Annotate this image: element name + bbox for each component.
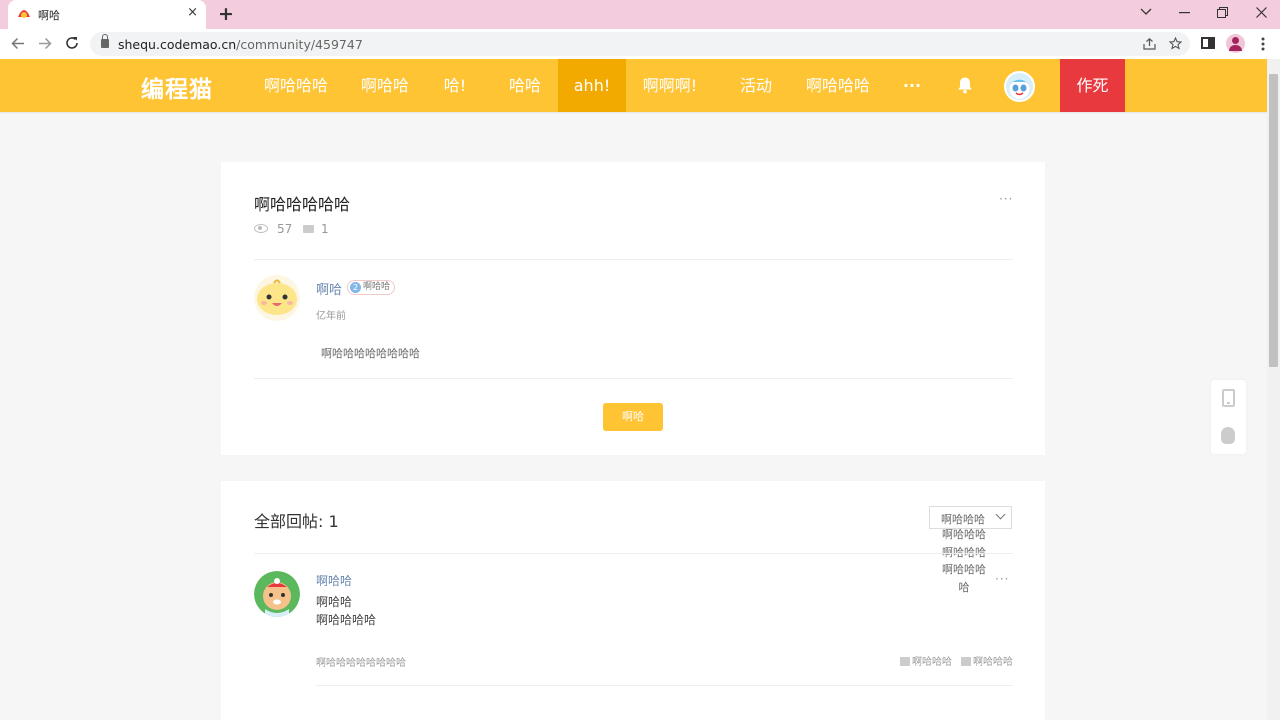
divider — [254, 553, 1013, 554]
author-name[interactable]: 啊哈 — [316, 279, 342, 298]
view-count: 57 — [277, 222, 293, 236]
user-avatar[interactable] — [1004, 71, 1035, 102]
restore-icon[interactable] — [1217, 7, 1228, 18]
page-scrollbar[interactable] — [1267, 59, 1280, 720]
bell-icon[interactable] — [956, 76, 974, 94]
browser-menu-icon[interactable] — [1261, 37, 1265, 51]
user-avatar-image — [1009, 79, 1030, 99]
reply-author-avatar[interactable] — [254, 571, 300, 617]
close-tab-icon[interactable]: × — [187, 5, 198, 20]
post-title: 啊哈哈哈哈哈 — [254, 195, 351, 214]
chevron-down-icon — [995, 509, 1006, 520]
address-bar[interactable]: shequ.codemao.cn/community/459747 — [90, 32, 1190, 56]
post-body: 啊哈哈哈哈哈哈哈哈 — [321, 347, 420, 360]
bookmark-star-icon[interactable] — [1169, 37, 1182, 50]
reply-comment-label: 啊哈哈哈 — [973, 657, 1013, 668]
chevron-down-icon[interactable] — [1140, 8, 1152, 16]
post-card: 啊哈哈哈哈哈 ··· 57 1 啊哈 2 啊哈哈 亿年前 啊哈哈哈哈哈哈哈哈 啊… — [221, 162, 1045, 455]
create-button[interactable]: 作死 — [1060, 59, 1125, 112]
nav-item-5-active[interactable]: ahh! — [558, 59, 626, 112]
comment-icon — [961, 657, 971, 666]
reply-text-line: 啊哈哈哈哈 — [316, 613, 377, 627]
more-nav-icon[interactable]: ··· — [895, 59, 929, 112]
share-icon[interactable] — [1143, 38, 1156, 50]
divider — [316, 685, 1013, 686]
side-panel-icon[interactable] — [1201, 37, 1215, 49]
forward-icon[interactable] — [38, 37, 52, 50]
browser-toolbar: shequ.codemao.cn/community/459747 — [0, 29, 1280, 59]
browser-tab[interactable]: 啊哈 × — [8, 0, 206, 29]
close-window-icon[interactable] — [1256, 7, 1267, 18]
site-logo[interactable]: 编程猫 — [141, 70, 213, 104]
views-eye-icon — [254, 224, 268, 233]
lock-icon — [101, 34, 109, 48]
author-avatar-image — [254, 275, 300, 321]
tab-title: 啊哈 — [38, 9, 60, 22]
reply-comment-button[interactable]: 啊哈哈哈 — [961, 653, 1013, 668]
sort-options: 啊哈哈哈 啊哈哈哈 啊哈哈哈 哈 — [933, 526, 995, 596]
back-icon[interactable] — [11, 37, 25, 50]
reply-time: 啊哈哈哈哈哈哈哈哈 — [316, 658, 406, 669]
like-button[interactable]: 啊哈哈哈 — [900, 653, 952, 668]
nav-item-6[interactable]: 啊啊啊! — [636, 59, 704, 112]
sort-option[interactable]: 哈 — [933, 579, 995, 597]
comment-icon — [303, 225, 314, 233]
nav-item-2[interactable]: 啊哈哈 — [353, 59, 417, 112]
browser-tab-bar: 啊哈 × + — [0, 0, 1280, 29]
nav-item-4[interactable]: 哈哈 — [501, 59, 549, 112]
like-label: 啊哈哈哈 — [912, 657, 952, 668]
comment-count: 1 — [321, 222, 329, 236]
sort-selected-value: 啊哈哈哈 — [941, 513, 985, 526]
scrollbar-thumb[interactable] — [1269, 74, 1278, 367]
reply-more-icon[interactable]: ··· — [995, 572, 1009, 586]
new-tab-button[interactable]: + — [218, 3, 234, 25]
author-level-badge: 2 啊哈哈 — [347, 280, 396, 295]
sort-option[interactable]: 啊哈哈哈 — [933, 561, 995, 579]
replies-card: 全部回帖: 1 啊哈哈哈 啊哈哈哈 啊哈哈哈 啊哈哈哈 哈 啊哈哈 啊哈哈 啊哈… — [221, 481, 1045, 720]
author-avatar[interactable] — [254, 275, 300, 321]
divider — [254, 378, 1013, 379]
url-text: shequ.codemao.cn/community/459747 — [118, 37, 363, 52]
sort-option[interactable]: 啊哈哈哈 — [933, 526, 995, 544]
nav-item-8[interactable]: 啊哈哈哈 — [798, 59, 878, 112]
replies-title: 全部回帖: 1 — [254, 512, 339, 531]
reply-author-name[interactable]: 啊哈哈 — [316, 572, 352, 589]
divider — [254, 259, 1013, 260]
minimize-icon[interactable] — [1179, 12, 1190, 14]
post-time: 亿年前 — [316, 311, 346, 322]
floating-side-tools — [1211, 380, 1246, 454]
nav-item-3[interactable]: 哈! — [436, 59, 474, 112]
badge-label: 啊哈哈 — [363, 282, 391, 292]
nav-item-7[interactable]: 活动 — [731, 59, 781, 112]
reply-avatar-image — [254, 571, 300, 617]
post-more-icon[interactable]: ··· — [999, 192, 1013, 206]
reply-button[interactable]: 啊哈 — [603, 403, 663, 431]
nav-item-1[interactable]: 啊哈哈哈 — [257, 59, 335, 112]
reply-text-line: 啊哈哈 — [316, 595, 353, 609]
profile-avatar-icon[interactable] — [1226, 34, 1245, 53]
reload-icon[interactable] — [65, 36, 79, 50]
thumbs-up-icon — [900, 657, 910, 666]
qq-icon[interactable] — [1221, 427, 1235, 444]
level-number: 2 — [350, 282, 361, 293]
codemao-favicon-icon — [18, 10, 30, 18]
mobile-phone-icon[interactable] — [1222, 389, 1235, 407]
